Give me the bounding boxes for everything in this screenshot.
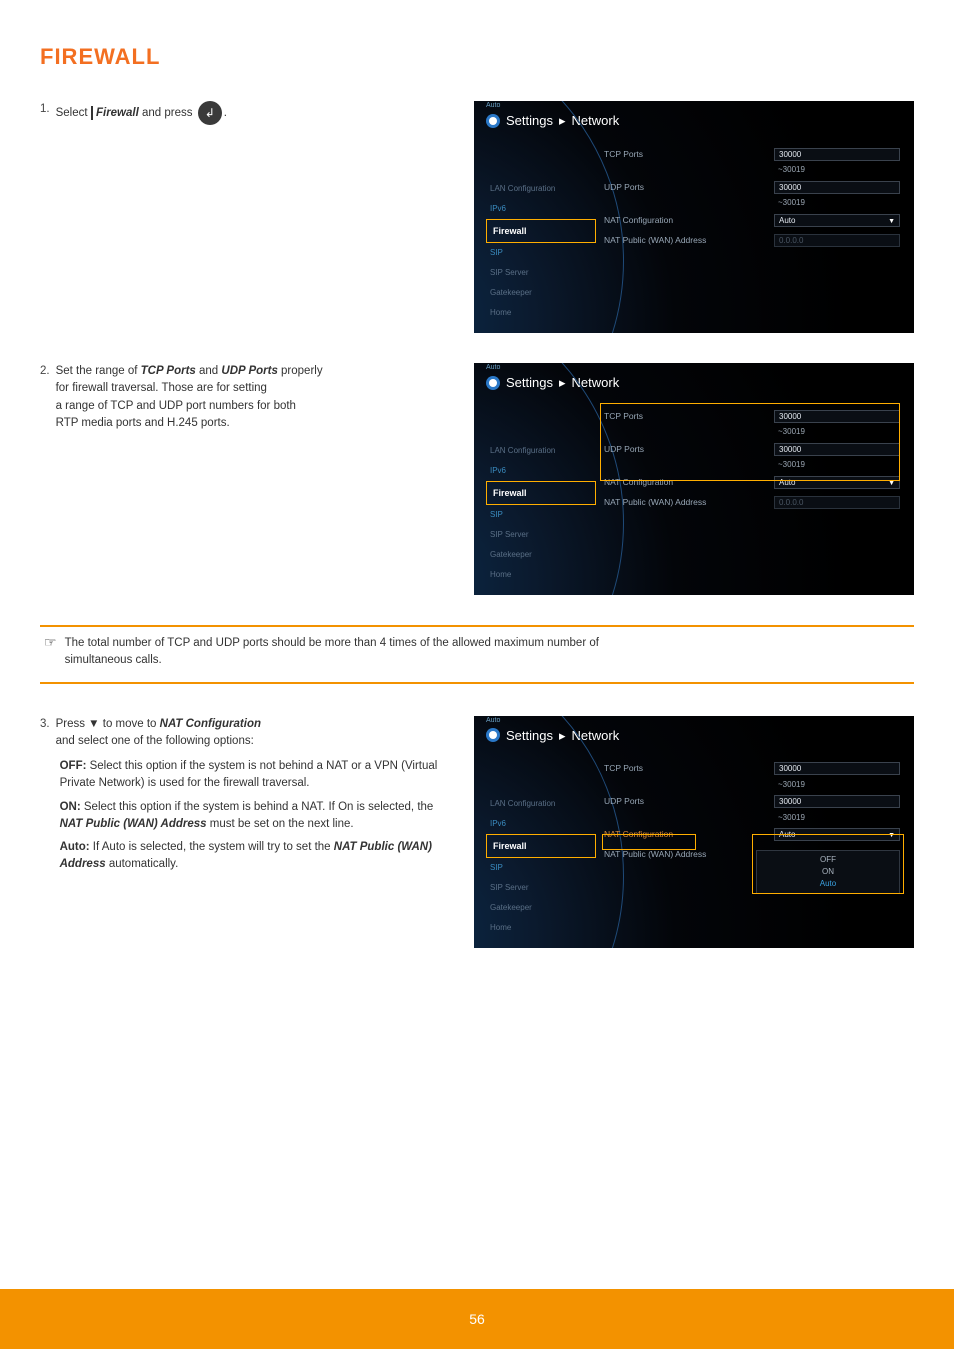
highlight-box-ports (600, 403, 900, 481)
step-1: 1. Select Firewall and press ↲. (40, 101, 456, 125)
select-nat-config[interactable]: Auto (774, 214, 900, 227)
menu-lan[interactable]: LAN Configuration (486, 441, 596, 461)
side-menu: LAN Configuration IPv6 Firewall SIP SIP … (486, 794, 596, 938)
page-footer: 56 (0, 1289, 954, 1349)
menu-sip-server[interactable]: SIP Server (486, 263, 596, 283)
label-nat-pub: NAT Public (WAN) Address (604, 234, 724, 247)
udp-range-end: ~30019 (604, 197, 900, 209)
page-title: FIREWALL (40, 40, 914, 73)
menu-sip-server[interactable]: SIP Server (486, 525, 596, 545)
opt-off-body: Select this option if the system is not … (60, 760, 438, 789)
menu-sip[interactable]: SIP (486, 505, 596, 525)
screenshot-ports-highlight: Auto Settings ▸ Network LAN Configuratio… (474, 363, 914, 595)
tcp-ports-label: TCP Ports (141, 365, 196, 377)
menu-firewall[interactable]: Firewall (486, 834, 596, 858)
input-nat-pub[interactable]: 0.0.0.0 (774, 234, 900, 247)
fields-panel: TCP Ports 30000 ~30019 UDP Ports 30000 ~30… (604, 145, 900, 251)
screenshot-nat-dropdown: Auto Settings ▸ Network LAN Configuratio… (474, 716, 914, 948)
menu-home[interactable]: Home (486, 565, 596, 585)
menu-lan[interactable]: LAN Configuration (486, 179, 596, 199)
text: If Auto is selected, the system will try… (90, 841, 334, 853)
menu-home[interactable]: Home (486, 918, 596, 938)
label-udp-ports: UDP Ports (604, 181, 724, 194)
highlight-box-dropdown (752, 834, 904, 894)
menu-gatekeeper[interactable]: Gatekeeper (486, 545, 596, 565)
text: must be set on the next line. (207, 818, 354, 830)
nat-pub-label: NAT Public (WAN) Address (60, 818, 207, 830)
text: RTP media ports and H.245 ports. (56, 417, 230, 429)
side-menu: LAN Configuration IPv6 Firewall SIP SIP … (486, 179, 596, 323)
menu-sip-server[interactable]: SIP Server (486, 878, 596, 898)
tcp-range-end: ~30019 (604, 164, 900, 176)
label-nat-pub: NAT Public (WAN) Address (604, 496, 724, 509)
text: Select this option if the system is behi… (81, 801, 434, 813)
text: and select one of the following options: (56, 735, 254, 747)
step-number: 2. (40, 363, 50, 380)
opt-on-head: ON: (60, 801, 81, 813)
label-tcp-ports: TCP Ports (604, 762, 724, 775)
text-cursor (91, 106, 93, 120)
menu-gatekeeper[interactable]: Gatekeeper (486, 898, 596, 918)
label-nat-config: NAT Configuration (604, 214, 724, 227)
input-udp-start[interactable]: 30000 (774, 795, 900, 808)
note-band: The total number of TCP and UDP ports sh… (40, 625, 914, 684)
input-tcp-start[interactable]: 30000 (774, 762, 900, 775)
note-line2: simultaneous calls. (65, 654, 162, 666)
label-nat-pub: NAT Public (WAN) Address (604, 848, 724, 861)
text: a range of TCP and UDP port numbers for … (56, 400, 296, 412)
text: properly (278, 365, 323, 377)
text: . (224, 107, 227, 119)
opt-off-head: OFF: (60, 760, 87, 772)
nat-config-label: NAT Configuration (160, 718, 261, 730)
udp-range-end: ~30019 (604, 812, 900, 824)
text: Select (56, 107, 88, 119)
label-udp-ports: UDP Ports (604, 795, 724, 808)
label-tcp-ports: TCP Ports (604, 148, 724, 161)
text: Press ▼ to move to (56, 718, 160, 730)
step-3: 3. Press ▼ to move to NAT Configuration … (40, 716, 456, 874)
input-tcp-start[interactable]: 30000 (774, 148, 900, 161)
step-2: 2. Set the range of TCP Ports and UDP Po… (40, 363, 456, 432)
enter-icon: ↲ (198, 101, 222, 125)
step-number: 1. (40, 101, 50, 118)
firewall-label: Firewall (96, 107, 139, 119)
note-line1: The total number of TCP and UDP ports sh… (65, 637, 599, 649)
screenshot-firewall-selected: Auto Settings ▸ Network LAN Configuratio… (474, 101, 914, 333)
menu-ipv6[interactable]: IPv6 (486, 199, 596, 219)
step-number: 3. (40, 716, 50, 733)
text: and press (142, 107, 193, 119)
menu-lan[interactable]: LAN Configuration (486, 794, 596, 814)
input-nat-pub[interactable]: 0.0.0.0 (774, 496, 900, 509)
side-menu: LAN Configuration IPv6 Firewall SIP SIP … (486, 441, 596, 585)
menu-home[interactable]: Home (486, 303, 596, 323)
opt-auto-head: Auto: (60, 841, 90, 853)
text: automatically. (106, 858, 179, 870)
menu-ipv6[interactable]: IPv6 (486, 461, 596, 481)
menu-gatekeeper[interactable]: Gatekeeper (486, 283, 596, 303)
page-number: 56 (469, 1309, 485, 1330)
highlight-box-nat-label (602, 834, 696, 850)
menu-firewall[interactable]: Firewall (486, 481, 596, 505)
menu-ipv6[interactable]: IPv6 (486, 814, 596, 834)
text: and (196, 365, 222, 377)
menu-sip[interactable]: SIP (486, 858, 596, 878)
text: Set the range of (56, 365, 141, 377)
input-udp-start[interactable]: 30000 (774, 181, 900, 194)
pointing-hand-icon (44, 635, 57, 670)
text: for firewall traversal. Those are for se… (56, 382, 267, 394)
menu-firewall[interactable]: Firewall (486, 219, 596, 243)
tcp-range-end: ~30019 (604, 779, 900, 791)
udp-ports-label: UDP Ports (221, 365, 277, 377)
menu-sip[interactable]: SIP (486, 243, 596, 263)
